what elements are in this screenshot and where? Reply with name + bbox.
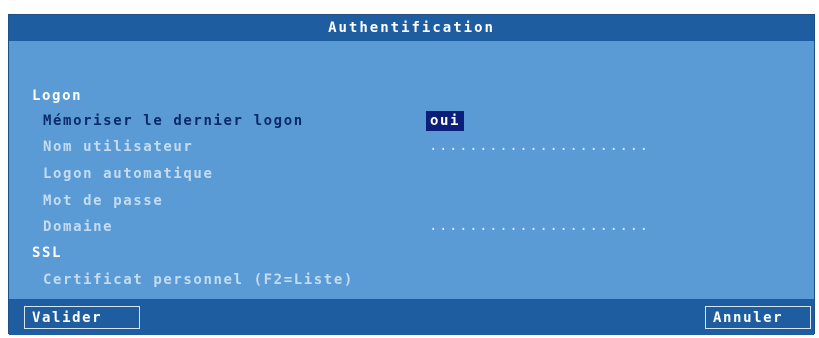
field-domaine-label: Domaine: [43, 219, 114, 235]
section-ssl: SSL: [32, 245, 63, 261]
dialog-title: Authentification: [9, 15, 814, 41]
field-memoriser-label[interactable]: Mémoriser le dernier logon: [43, 112, 304, 130]
section-logon: Logon: [32, 88, 83, 104]
field-nom-utilisateur-value: ......................: [429, 138, 650, 154]
dialog-body: Logon Mémoriser le dernier logon oui Nom…: [9, 41, 814, 299]
field-domaine-value: ......................: [429, 218, 650, 234]
authentication-dialog: Authentification Logon Mémoriser le dern…: [8, 14, 815, 335]
field-logon-automatique-label: Logon automatique: [43, 166, 214, 182]
annuler-button[interactable]: Annuler: [705, 306, 811, 329]
field-nom-utilisateur-label: Nom utilisateur: [43, 139, 194, 155]
field-certificat-label[interactable]: Certificat personnel (F2=Liste): [43, 271, 354, 289]
field-memoriser-value[interactable]: oui: [426, 111, 465, 131]
valider-button[interactable]: Valider: [24, 306, 140, 329]
dialog-footer: Valider Annuler: [9, 299, 814, 335]
field-mot-de-passe-label: Mot de passe: [43, 193, 164, 209]
